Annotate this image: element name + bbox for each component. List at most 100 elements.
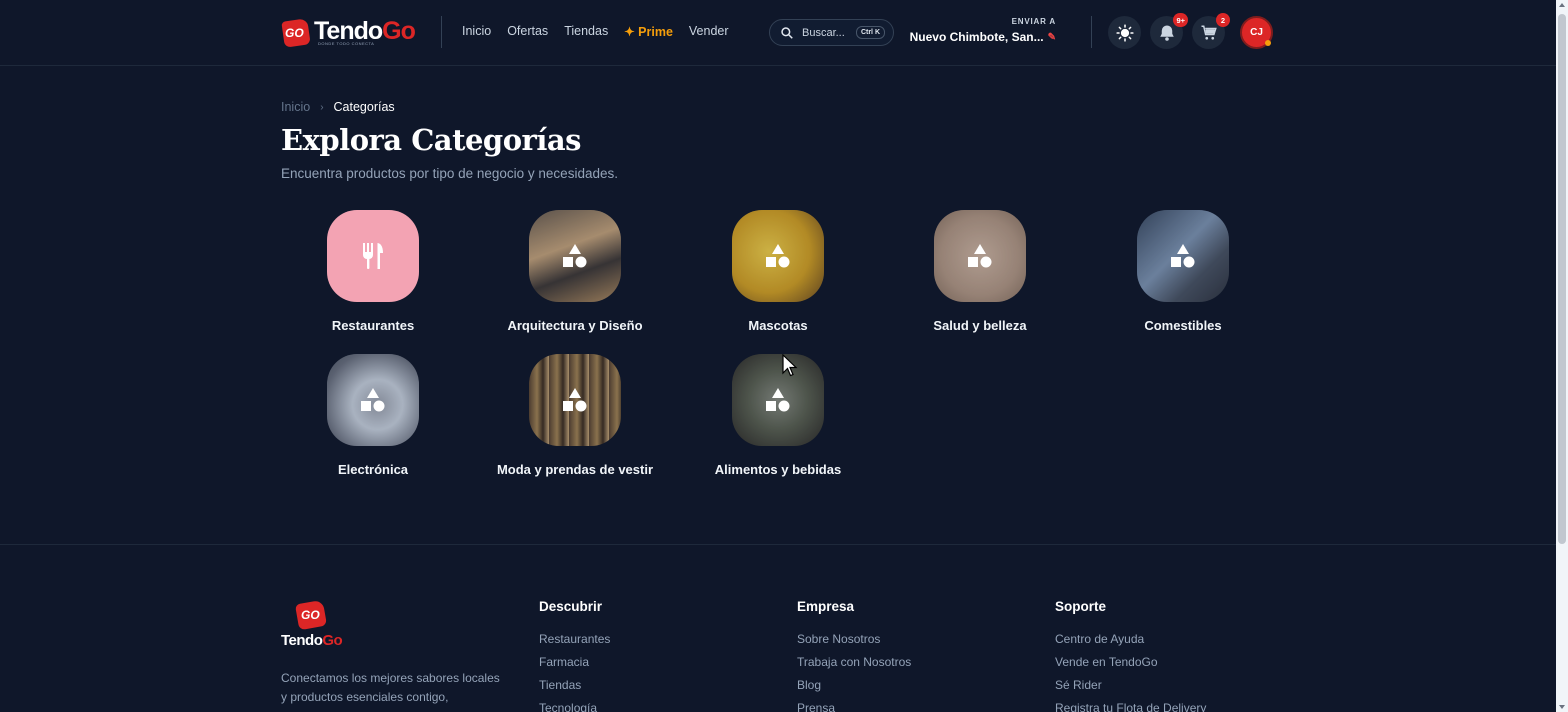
mouse-cursor-icon [782, 354, 798, 377]
category-image [327, 210, 419, 302]
category-name: Comestibles [1144, 318, 1222, 333]
shipping-location-text: Nuevo Chimbote, San... [909, 30, 1044, 44]
footer-description: Conectamos los mejores sabores locales y… [281, 671, 500, 704]
main-nav: Inicio Ofertas Tiendas ✦ Prime Vender [462, 24, 745, 39]
footer-link[interactable]: Tiendas [539, 674, 610, 697]
nav-inicio[interactable]: Inicio [462, 24, 491, 39]
footer-column-title: Empresa [797, 599, 855, 614]
category-name: Alimentos y bebidas [714, 462, 842, 477]
footer-link[interactable]: Prensa [797, 697, 911, 712]
category-image [732, 210, 824, 302]
category-moda[interactable]: Moda y prendas de vestir [475, 354, 675, 477]
site-footer: GO TendoGo Conectamos los mejores sabore… [0, 544, 1556, 712]
footer-link[interactable]: Trabaja con Nosotros [797, 651, 911, 674]
category-restaurantes[interactable]: Restaurantes [273, 210, 473, 333]
footer-logo-badge: GO [301, 608, 320, 622]
nav-vender[interactable]: Vender [689, 24, 729, 39]
shapes-icon [1171, 244, 1195, 268]
nav-ofertas[interactable]: Ofertas [507, 24, 548, 39]
page-subtitle: Encuentra productos por tipo de negocio … [281, 166, 618, 181]
category-alimentos-bebidas[interactable]: Alimentos y bebidas [678, 354, 878, 477]
search-shortcut-hint: Ctrl K [855, 26, 885, 39]
breadcrumb: Inicio › Categorías [281, 100, 395, 114]
footer-column-descubrir: Descubrir Restaurantes Farmacia Tiendas … [539, 599, 610, 712]
category-image [934, 210, 1026, 302]
top-header: GO TendoGo DONDE TODO CONECTA Inicio Ofe… [0, 0, 1556, 66]
cart-icon [1201, 25, 1217, 40]
footer-link[interactable]: Tecnología [539, 697, 610, 712]
brand-logo[interactable]: GO TendoGo DONDE TODO CONECTA [281, 16, 416, 48]
sun-icon [1115, 23, 1134, 42]
category-name: Arquitectura y Diseño [507, 318, 643, 333]
footer-link[interactable]: Sé Rider [1055, 674, 1206, 697]
shapes-icon [361, 388, 385, 412]
category-name: Moda y prendas de vestir [496, 462, 654, 477]
category-name: Salud y belleza [933, 318, 1027, 333]
brand-tagline: DONDE TODO CONECTA [318, 41, 375, 46]
category-electronica[interactable]: Electrónica [273, 354, 473, 477]
footer-brand-part1: Tendo [281, 632, 323, 649]
shapes-icon [968, 244, 992, 268]
category-name: Restaurantes [331, 318, 415, 333]
nav-prime[interactable]: ✦ Prime [624, 24, 673, 39]
brand-name: TendoGo [314, 16, 416, 45]
breadcrumb-home[interactable]: Inicio [281, 100, 310, 114]
scroll-down-arrow-icon[interactable] [1559, 705, 1565, 709]
chevron-right-icon: › [320, 101, 324, 113]
breadcrumb-current: Categorías [333, 100, 395, 114]
shopping-bag-logo-icon: GO [281, 16, 311, 48]
notifications-button[interactable]: 9+ [1150, 13, 1188, 49]
shapes-icon [766, 388, 790, 412]
utensils-icon [363, 243, 383, 269]
shapes-icon [766, 244, 790, 268]
footer-link[interactable]: Sobre Nosotros [797, 628, 911, 651]
footer-link[interactable]: Farmacia [539, 651, 610, 674]
search-placeholder: Buscar... [802, 26, 845, 39]
avatar[interactable]: CJ [1240, 16, 1273, 49]
scrollbar-thumb[interactable] [1558, 14, 1566, 544]
footer-column-title: Descubrir [539, 599, 603, 614]
category-mascotas[interactable]: Mascotas [678, 210, 878, 333]
header-divider [441, 16, 442, 48]
shapes-icon [563, 388, 587, 412]
category-name: Mascotas [748, 318, 808, 333]
scroll-up-arrow-icon[interactable] [1559, 3, 1565, 7]
category-image [732, 354, 824, 446]
cart-badge: 2 [1216, 13, 1230, 27]
footer-brand-part2: Go [322, 632, 343, 649]
avatar-initials: CJ [1250, 27, 1263, 38]
category-comestibles[interactable]: Comestibles [1083, 210, 1283, 333]
category-image [529, 354, 621, 446]
scrollbar[interactable] [1556, 0, 1568, 712]
footer-column-soporte: Soporte Centro de Ayuda Vende en TendoGo… [1055, 599, 1206, 712]
search-icon [781, 26, 793, 39]
brand-name-part2: Go [382, 16, 416, 45]
logo-badge-text: GO [285, 26, 304, 40]
footer-link[interactable]: Registra tu Flota de Delivery [1055, 697, 1206, 712]
bell-icon [1159, 25, 1174, 41]
shipping-label: ENVIAR A [1011, 17, 1056, 26]
category-salud-belleza[interactable]: Salud y belleza [880, 210, 1080, 333]
cart-button[interactable]: 2 [1192, 13, 1230, 49]
page-title: Explora Categorías [281, 123, 581, 157]
status-dot [1265, 40, 1271, 46]
category-image [529, 210, 621, 302]
footer-brand-name: TendoGo [281, 632, 343, 649]
notifications-badge: 9+ [1173, 13, 1188, 27]
footer-column-empresa: Empresa Sobre Nosotros Trabaja con Nosot… [797, 599, 911, 712]
search-input[interactable]: Buscar... Ctrl K [769, 19, 894, 46]
category-arquitectura[interactable]: Arquitectura y Diseño [475, 210, 675, 333]
edit-pencil-icon: ✎ [1047, 31, 1056, 43]
footer-column-title: Soporte [1055, 599, 1107, 614]
header-divider [1091, 16, 1092, 48]
theme-toggle-button[interactable] [1108, 16, 1141, 49]
shipping-location[interactable]: ENVIAR A Nuevo Chimbote, San... ✎ [910, 17, 1056, 44]
category-image [327, 354, 419, 446]
shapes-icon [563, 244, 587, 268]
nav-tiendas[interactable]: Tiendas [564, 24, 608, 39]
footer-link[interactable]: Restaurantes [539, 628, 610, 651]
footer-link[interactable]: Centro de Ayuda [1055, 628, 1206, 651]
footer-link[interactable]: Vende en TendoGo [1055, 651, 1206, 674]
category-name: Electrónica [337, 462, 409, 477]
footer-link[interactable]: Blog [797, 674, 911, 697]
